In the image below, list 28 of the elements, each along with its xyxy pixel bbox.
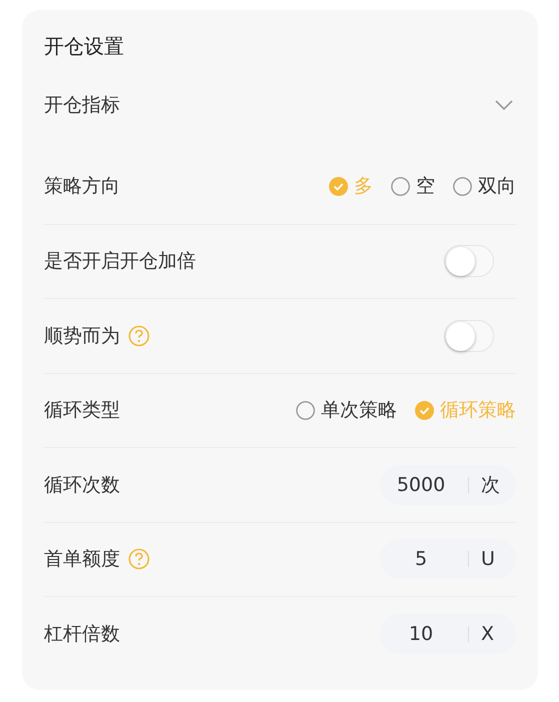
number-field[interactable]: 5 U [380, 539, 516, 580]
radio-option[interactable]: 单次策略 [296, 396, 397, 424]
section-title: 开仓设置 [44, 33, 125, 60]
field-value: 10 [408, 622, 434, 646]
checked-radio-icon [415, 400, 434, 420]
field-value: 5 [414, 547, 428, 572]
checked-radio-icon [329, 176, 348, 196]
unit-label: X [481, 622, 494, 646]
radio-option[interactable]: 双向 [453, 172, 516, 200]
radio-icon [391, 176, 410, 196]
setting-label: 循环类型 [44, 398, 120, 423]
radio-option[interactable]: 空 [391, 172, 435, 200]
dropdown-label: 开仓指标 [44, 92, 120, 118]
number-field[interactable]: 5000 次 [380, 464, 516, 505]
unit-label: U [481, 547, 495, 572]
setting-label: 杠杆倍数 [44, 622, 120, 646]
setting-label: 首单额度 [44, 547, 120, 572]
toggle-switch[interactable] [444, 245, 494, 278]
setting-label: 循环次数 [44, 472, 120, 498]
field-value: 5000 [396, 472, 446, 498]
setting-label: 顺势而为 [44, 324, 120, 348]
radio-icon [296, 400, 315, 420]
setting-label: 是否开启开仓加倍 [44, 249, 196, 274]
radio-icon [453, 176, 472, 196]
number-field[interactable]: 10 X [380, 614, 516, 654]
toggle-switch[interactable] [444, 320, 494, 352]
unit-label: 次 [481, 472, 500, 498]
setting-label: 策略方向 [44, 174, 120, 199]
